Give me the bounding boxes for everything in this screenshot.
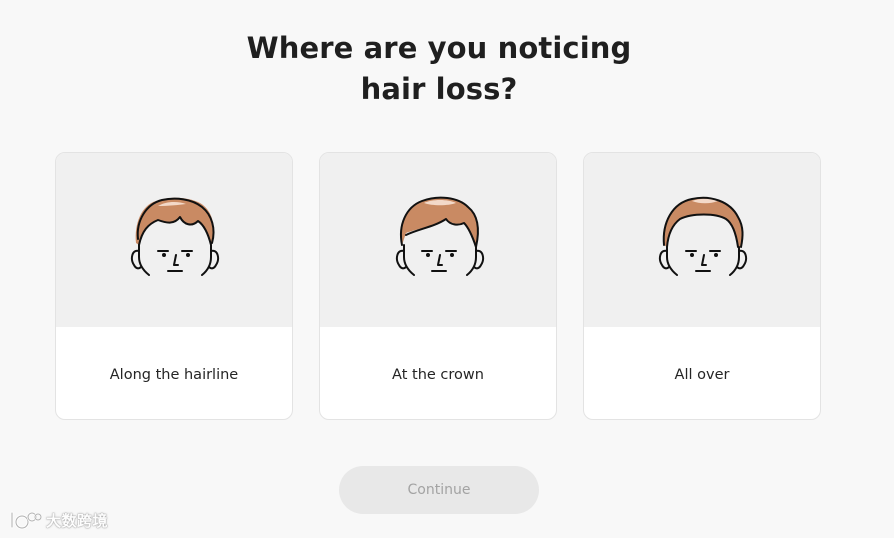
face-overall-thinning-icon	[658, 196, 748, 276]
option-label: Along the hairline	[109, 367, 239, 383]
option-illustration-area	[584, 153, 820, 327]
watermark: 大数跨境	[8, 508, 108, 532]
face-thinning-crown-icon	[395, 196, 485, 276]
question-heading: Where are you noticing hair loss?	[0, 28, 878, 110]
option-card-hairline[interactable]: Along the hairline	[55, 152, 293, 420]
option-label: At the crown	[392, 367, 484, 383]
option-illustration-area	[56, 153, 292, 327]
watermark-text: 大数跨境	[46, 511, 109, 530]
option-label: All over	[674, 367, 730, 383]
question-line-2: hair loss?	[360, 72, 518, 106]
option-card-crown[interactable]: At the crown	[319, 152, 557, 420]
option-card-all-over[interactable]: All over	[583, 152, 821, 420]
option-illustration-area	[320, 153, 556, 327]
continue-button[interactable]: Continue	[339, 466, 539, 514]
question-line-1: Where are you noticing	[246, 31, 632, 65]
face-receding-hairline-icon	[130, 197, 220, 276]
watermark-logo-icon	[10, 511, 42, 530]
